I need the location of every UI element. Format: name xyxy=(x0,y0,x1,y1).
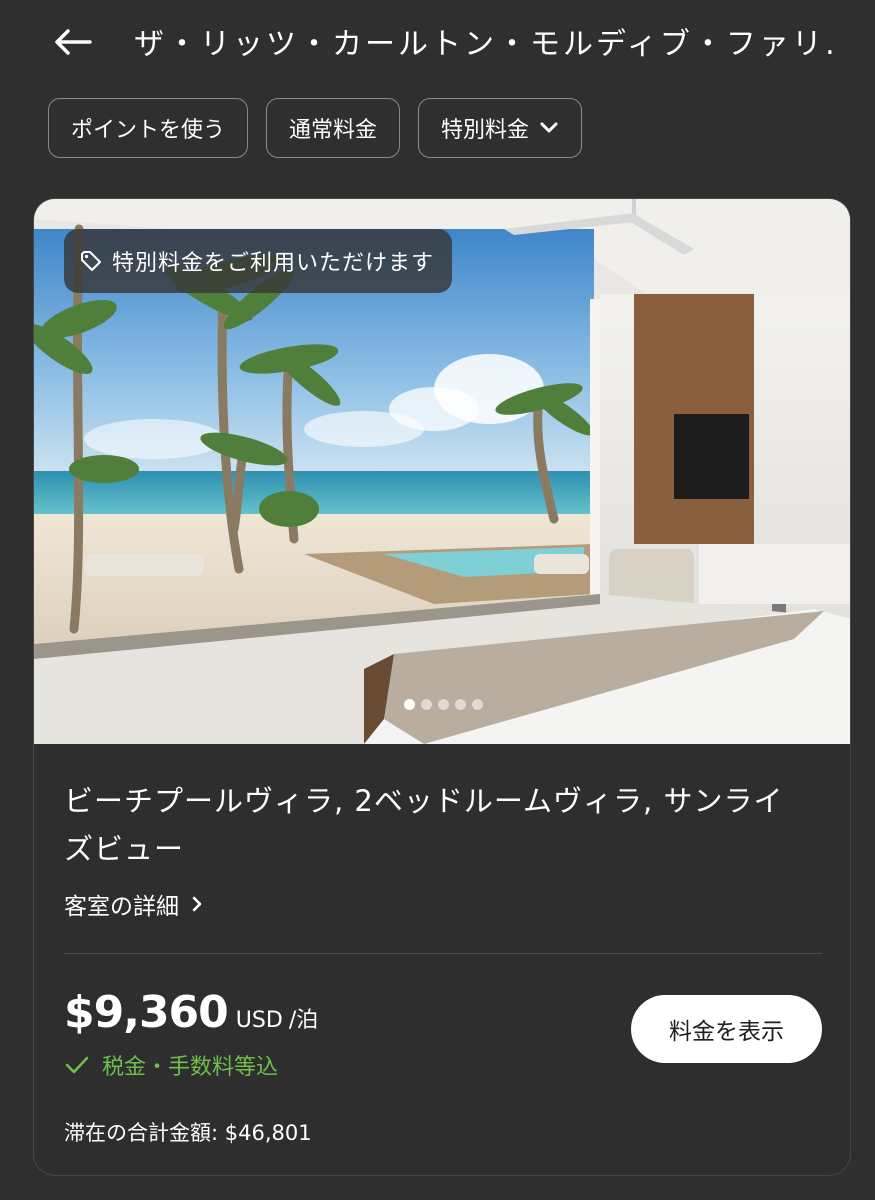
chevron-right-icon xyxy=(191,895,203,913)
price-currency: USD xyxy=(235,1008,283,1033)
carousel-dot[interactable] xyxy=(454,699,466,710)
back-button[interactable] xyxy=(50,22,94,62)
check-icon xyxy=(64,1055,90,1075)
carousel-dot[interactable] xyxy=(471,699,483,710)
chip-label: 特別料金 xyxy=(441,118,530,143)
room-details-link[interactable]: 客室の詳細 xyxy=(64,887,203,921)
stay-total: 滞在の合計金額: $46,801 xyxy=(64,1121,312,1145)
room-card[interactable]: 特別料金をご利用いただけます ビーチプールヴィラ, 2ベッドルームヴィラ, サン… xyxy=(33,198,851,1176)
special-rate-dropdown[interactable]: 特別料金 xyxy=(418,98,583,158)
top-bar: ザ・リッツ・カールトン・モルディブ・ファリ… xyxy=(0,0,875,88)
room-name: ビーチプールヴィラ, 2ベッドルームヴィラ, サンライズビュー xyxy=(64,784,784,866)
chip-label: ポイントを使う xyxy=(71,118,226,143)
chevron-down-icon xyxy=(539,121,559,135)
rate-filter-chips: ポイントを使う 通常料金 特別料金 xyxy=(48,98,583,158)
carousel-dot[interactable] xyxy=(420,699,432,710)
carousel-dot[interactable] xyxy=(403,699,415,710)
badge-text: 特別料金をご利用いただけます xyxy=(112,251,435,276)
special-rate-badge: 特別料金をご利用いただけます xyxy=(64,229,453,293)
show-rates-button[interactable]: 料金を表示 xyxy=(631,995,822,1063)
price: $9,360 USD /泊 xyxy=(64,987,318,1038)
hotel-title: ザ・リッツ・カールトン・モルディブ・ファリ… xyxy=(134,27,834,62)
chip-label: 通常料金 xyxy=(289,118,378,143)
carousel-dots xyxy=(34,699,850,710)
price-amount: $9,360 xyxy=(64,987,229,1038)
tax-included-note: 税金・手数料等込 xyxy=(64,1049,278,1081)
tax-note-text: 税金・手数料等込 xyxy=(102,1055,279,1080)
back-arrow-icon xyxy=(55,29,92,55)
tag-icon xyxy=(80,250,102,272)
room-photo-carousel[interactable]: 特別料金をご利用いただけます xyxy=(34,199,850,744)
carousel-dot[interactable] xyxy=(437,699,449,710)
use-points-chip[interactable]: ポイントを使う xyxy=(48,98,249,158)
standard-rate-chip[interactable]: 通常料金 xyxy=(266,98,401,158)
divider xyxy=(64,953,822,954)
price-unit: /泊 xyxy=(288,1008,319,1033)
room-details-label: 客室の詳細 xyxy=(64,894,179,920)
